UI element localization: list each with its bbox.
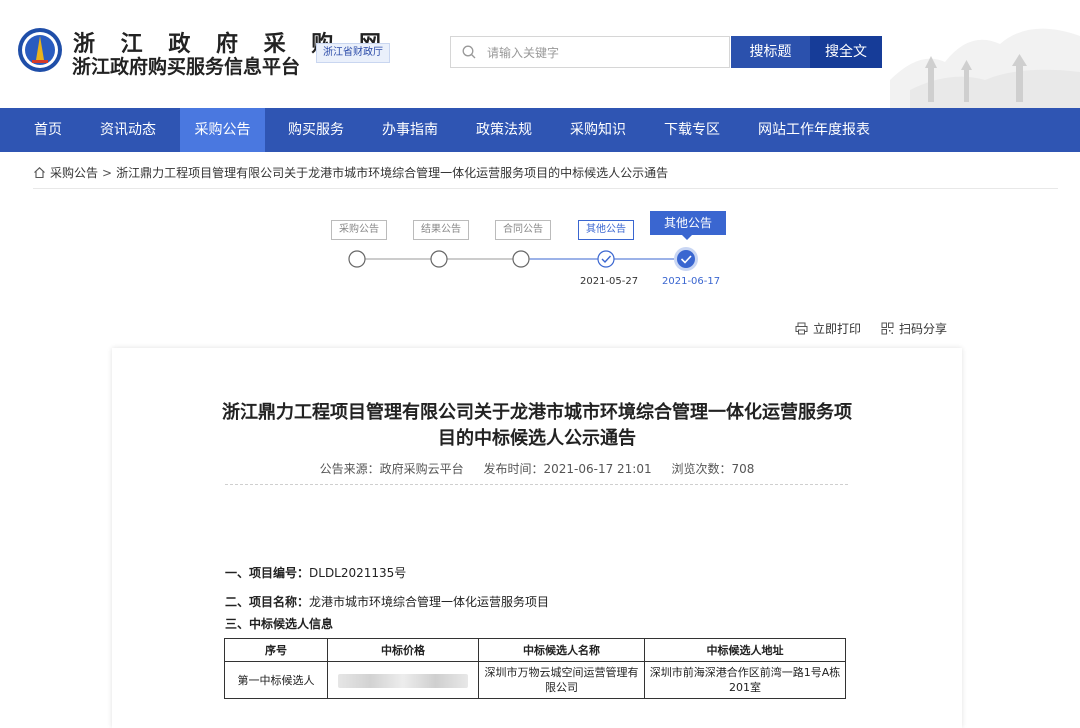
nav-item-annual-report[interactable]: 网站工作年度报表 bbox=[748, 108, 880, 152]
breadcrumb-current: 浙江鼎力工程项目管理有限公司关于龙港市城市环境综合管理一体化运营服务项目的中标候… bbox=[116, 166, 669, 180]
landscape-decoration bbox=[890, 28, 1080, 108]
candidate-section-heading: 三、中标候选人信息 bbox=[225, 617, 334, 631]
nav-item-purchase-service[interactable]: 购买服务 bbox=[276, 108, 356, 152]
breadcrumb-root[interactable]: 采购公告 bbox=[50, 164, 98, 181]
article-title: 浙江鼎力工程项目管理有限公司关于龙港市城市环境综合管理一体化运营服务项目的中标候… bbox=[222, 402, 852, 449]
table-cell: 深圳市万物云城空间运营管理有限公司 bbox=[478, 661, 645, 699]
table-row: 第一中标候选人 深圳市万物云城空间运营管理有限公司 深圳市前海深港合作区前湾一路… bbox=[224, 661, 846, 699]
table-cell-price bbox=[327, 661, 479, 699]
nav-item-policy[interactable]: 政策法规 bbox=[464, 108, 544, 152]
article-views: 浏览次数：708 bbox=[671, 462, 755, 476]
table-cell: 深圳市前海深港合作区前湾一路1号A栋201室 bbox=[644, 661, 846, 699]
site-emblem-icon[interactable] bbox=[17, 27, 63, 73]
timeline-node bbox=[512, 250, 530, 268]
project-number-label: 一、项目编号： bbox=[225, 566, 310, 580]
redacted-price bbox=[338, 673, 468, 688]
nav-item-guide[interactable]: 办事指南 bbox=[370, 108, 450, 152]
article-panel: 浙江鼎力工程项目管理有限公司关于龙港市城市环境综合管理一体化运营服务项目的中标候… bbox=[112, 348, 962, 728]
timeline-track bbox=[348, 247, 698, 271]
search-box bbox=[450, 36, 730, 69]
site-header: 浙 江 政 府 采 购 网 浙江政府购买服务信息平台 浙江省财政厅 搜标题 搜全… bbox=[0, 0, 1080, 108]
project-name-label: 二、项目名称： bbox=[225, 595, 310, 609]
share-button[interactable]: 扫码分享 bbox=[881, 320, 947, 337]
article-divider bbox=[225, 484, 848, 485]
timeline-node-checked bbox=[597, 250, 615, 268]
search-input[interactable] bbox=[485, 37, 729, 69]
candidate-table: 序号 中标价格 中标候选人名称 中标候选人地址 第一中标候选人 深圳市万物云城空… bbox=[224, 638, 846, 699]
article-source: 公告来源：政府采购云平台 bbox=[319, 462, 464, 476]
timeline-step-label[interactable]: 其他公告 bbox=[578, 220, 634, 240]
nav-item-home[interactable]: 首页 bbox=[22, 108, 74, 152]
breadcrumb-divider bbox=[33, 188, 1058, 189]
printer-icon bbox=[795, 322, 808, 335]
print-button[interactable]: 立即打印 bbox=[795, 320, 861, 337]
article-publish-time: 发布时间：2021-06-17 21:01 bbox=[483, 462, 652, 476]
table-header: 中标候选人名称 bbox=[478, 638, 645, 662]
share-label: 扫码分享 bbox=[899, 322, 948, 336]
dept-badge[interactable]: 浙江省财政厅 bbox=[316, 43, 390, 63]
search-title-button[interactable]: 搜标题 bbox=[731, 36, 810, 68]
table-header-row: 序号 中标价格 中标候选人名称 中标候选人地址 bbox=[224, 638, 846, 662]
timeline-step-label-current[interactable]: 其他公告 bbox=[650, 211, 726, 240]
breadcrumb: 采购公告 > 浙江鼎力工程项目管理有限公司关于龙港市城市环境综合管理一体化运营服… bbox=[33, 164, 668, 181]
project-name: 二、项目名称：龙港市城市环境综合管理一体化运营服务项目 bbox=[225, 593, 549, 610]
timeline-step-label[interactable]: 采购公告 bbox=[331, 220, 387, 240]
search-icon bbox=[462, 45, 476, 59]
main-nav: 首页 资讯动态 采购公告 购买服务 办事指南 政策法规 采购知识 下载专区 网站… bbox=[0, 108, 1080, 152]
timeline-node-current bbox=[674, 247, 698, 271]
nav-item-knowledge[interactable]: 采购知识 bbox=[558, 108, 638, 152]
print-label: 立即打印 bbox=[813, 322, 862, 336]
search-full-text-button[interactable]: 搜全文 bbox=[810, 36, 882, 68]
timeline-node bbox=[348, 250, 366, 268]
site-subtitle: 浙江政府购买服务信息平台 bbox=[72, 56, 301, 78]
timeline-date-current: 2021-06-17 bbox=[662, 276, 721, 287]
home-icon[interactable] bbox=[33, 166, 46, 179]
table-header: 中标价格 bbox=[327, 638, 479, 662]
project-number-value: DLDL2021135号 bbox=[309, 566, 407, 580]
nav-item-download[interactable]: 下载专区 bbox=[652, 108, 732, 152]
breadcrumb-separator: > bbox=[102, 165, 113, 180]
timeline-step-label[interactable]: 合同公告 bbox=[495, 220, 551, 240]
nav-item-news[interactable]: 资讯动态 bbox=[88, 108, 168, 152]
table-cell: 第一中标候选人 bbox=[224, 661, 328, 699]
project-name-value: 龙港市城市环境综合管理一体化运营服务项目 bbox=[309, 595, 550, 609]
project-number: 一、项目编号：DLDL2021135号 bbox=[225, 564, 406, 581]
table-header: 序号 bbox=[224, 638, 328, 662]
timeline-step-label[interactable]: 结果公告 bbox=[413, 220, 469, 240]
article-meta: 公告来源：政府采购云平台 发布时间：2021-06-17 21:01 浏览次数：… bbox=[112, 460, 962, 477]
qr-code-icon bbox=[881, 322, 894, 335]
timeline-node bbox=[430, 250, 448, 268]
timeline-date: 2021-05-27 bbox=[580, 276, 639, 287]
nav-item-procurement-notice[interactable]: 采购公告 bbox=[180, 108, 265, 152]
table-header: 中标候选人地址 bbox=[644, 638, 846, 662]
